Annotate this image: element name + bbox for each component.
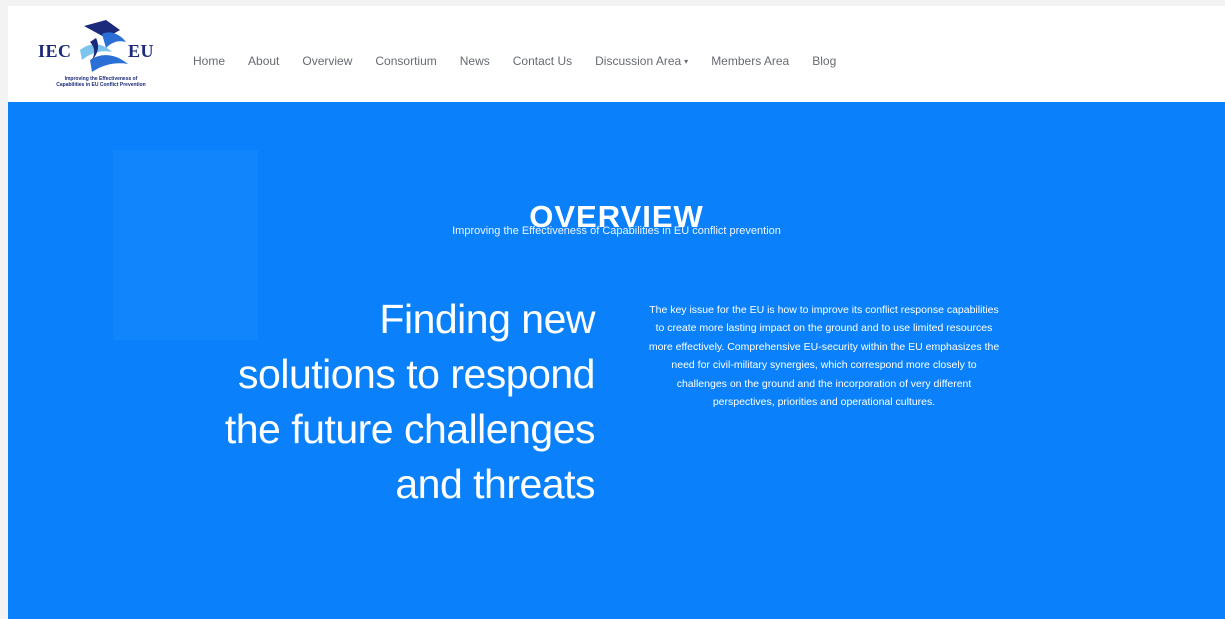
main-nav: Home About Overview Consortium News Cont…	[193, 54, 859, 68]
hero-body-line: challenges on the ground and the incorpo…	[676, 377, 972, 390]
hero-headline-line: solutions to respond	[238, 351, 595, 397]
nav-item-consortium[interactable]: Consortium	[375, 54, 436, 68]
hero-body-line: The key issue for the EU is how to impro…	[649, 304, 999, 316]
page: IEC EU Improving the Effectiveness of Ca…	[0, 0, 1225, 619]
nav-item-about[interactable]: About	[248, 54, 279, 68]
caret-down-icon: ▾	[684, 57, 689, 66]
hero-body-line: more effectively. Comprehensive EU-secur…	[648, 340, 1000, 353]
nav-item-news[interactable]: News	[460, 54, 490, 68]
hero-body-text: The key issue for the EU is how to impro…	[612, 301, 1036, 411]
hero-headline-line: Finding new	[379, 296, 595, 342]
nav-item-home[interactable]: Home	[193, 54, 225, 68]
nav-item-contact-us[interactable]: Contact Us	[513, 54, 572, 68]
nav-item-overview[interactable]: Overview	[302, 54, 352, 68]
nav-item-members-area[interactable]: Members Area	[711, 54, 789, 68]
hero-headline-line: the future challenges	[224, 406, 596, 452]
site-header: IEC EU Improving the Effectiveness of Ca…	[8, 6, 1225, 102]
hero-headline-line: and threats	[395, 461, 595, 507]
logo-tagline: Improving the Effectiveness of Capabilit…	[36, 76, 166, 88]
overview-hero: OVERVIEW Improving the Effectiveness of …	[8, 102, 1225, 619]
logo-mark-icon	[80, 20, 128, 72]
page-subtitle: Improving the Effectiveness of Capabilit…	[452, 225, 781, 237]
logo-text-left: IEC	[38, 41, 72, 61]
site-logo[interactable]: IEC EU Improving the Effectiveness of Ca…	[36, 14, 166, 94]
nav-item-blog[interactable]: Blog	[812, 54, 836, 68]
nav-item-discussion-area-label: Discussion Area	[595, 54, 682, 68]
hero-headline: Finding new solutions to respond the fut…	[148, 292, 596, 512]
nav-item-discussion-area[interactable]: Discussion Area ▾	[595, 54, 688, 68]
hero-body-line: perspectives, priorities and operational…	[712, 396, 936, 409]
logo-text-right: EU	[128, 41, 155, 61]
hero-body-line: to create more lasting impact on the gro…	[655, 322, 993, 335]
logo-tagline-line: Capabilities in EU Conflict Prevention	[56, 82, 146, 88]
hero-body-line: need for civil-military synergies, which…	[671, 359, 977, 372]
